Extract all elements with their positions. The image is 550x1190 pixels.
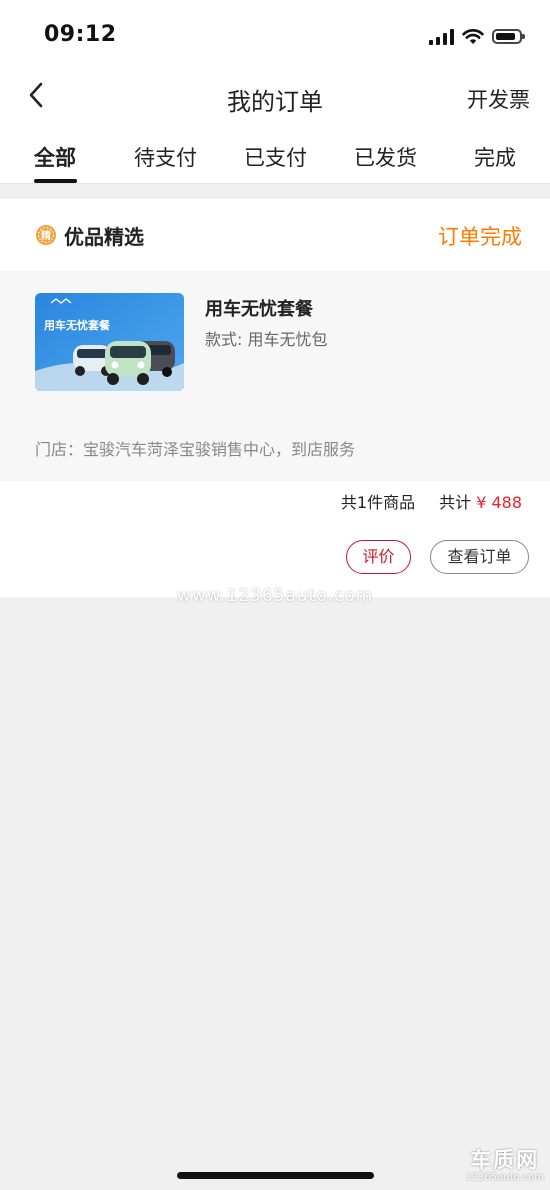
invoice-button[interactable]: 开发票 xyxy=(467,84,530,114)
tabs-divider xyxy=(0,183,550,184)
goods-section[interactable]: 用车无忧套餐 用车无忧套餐 款式: 用车无忧包 门店：宝骏汽车菏泽宝骏销售中心，… xyxy=(0,271,550,481)
tab-pending-payment[interactable]: 待支付 xyxy=(134,142,197,172)
order-status: 订单完成 xyxy=(438,225,522,249)
nav-bar: 我的订单 开发票 xyxy=(0,70,550,126)
order-tabs: 全部 待支付 已支付 已发货 完成 xyxy=(0,140,550,184)
order-card[interactable]: 精 优品精选 订单完成 用车无忧套餐 用车无忧套餐 款式: 用车无忧包 门店：宝… xyxy=(0,199,550,597)
wifi-icon xyxy=(462,28,484,44)
tab-completed[interactable]: 完成 xyxy=(474,142,516,172)
shop-badge-text: 精 xyxy=(41,229,51,242)
product-name: 用车无忧套餐 xyxy=(205,299,313,320)
item-count: 共1件商品 xyxy=(340,493,416,512)
home-indicator xyxy=(177,1172,374,1179)
watermark-logo-url: 12365auto.com xyxy=(465,1172,544,1183)
watermark-logo: 车质网 12365auto.com xyxy=(465,1148,544,1184)
watermark-logo-name: 车质网 xyxy=(470,1148,540,1172)
total-price: ¥ 488 xyxy=(476,493,522,512)
product-thumbnail: 用车无忧套餐 xyxy=(35,293,184,391)
shop-header: 精 优品精选 订单完成 xyxy=(0,199,550,271)
cellular-signal-icon xyxy=(429,28,454,45)
view-order-button[interactable]: 查看订单 xyxy=(430,540,529,574)
product-image xyxy=(35,293,184,391)
status-icons xyxy=(429,24,525,48)
tab-paid[interactable]: 已支付 xyxy=(244,142,307,172)
watermark-text: www.12365auto.com xyxy=(176,586,374,606)
store-info: 门店：宝骏汽车菏泽宝骏销售中心，到店服务 xyxy=(35,440,356,459)
tab-all[interactable]: 全部 xyxy=(34,142,76,172)
review-button[interactable]: 评价 xyxy=(346,540,411,574)
status-time: 09:12 xyxy=(44,22,117,47)
order-summary: 共1件商品 共计 ¥ 488 xyxy=(341,489,522,513)
status-bar: 09:12 xyxy=(0,0,550,70)
header-area: 09:12 我的订单 开发票 全部 待支付 已支付 已发货 完成 xyxy=(0,0,550,184)
tab-shipped[interactable]: 已发货 xyxy=(354,142,417,172)
total-label: 共计 xyxy=(439,493,472,512)
shop-badge-icon: 精 xyxy=(36,225,56,245)
product-spec: 款式: 用车无忧包 xyxy=(205,330,328,349)
battery-icon xyxy=(492,28,525,44)
thumbnail-caption: 用车无忧套餐 xyxy=(44,319,110,332)
shop-name: 优品精选 xyxy=(64,225,144,249)
